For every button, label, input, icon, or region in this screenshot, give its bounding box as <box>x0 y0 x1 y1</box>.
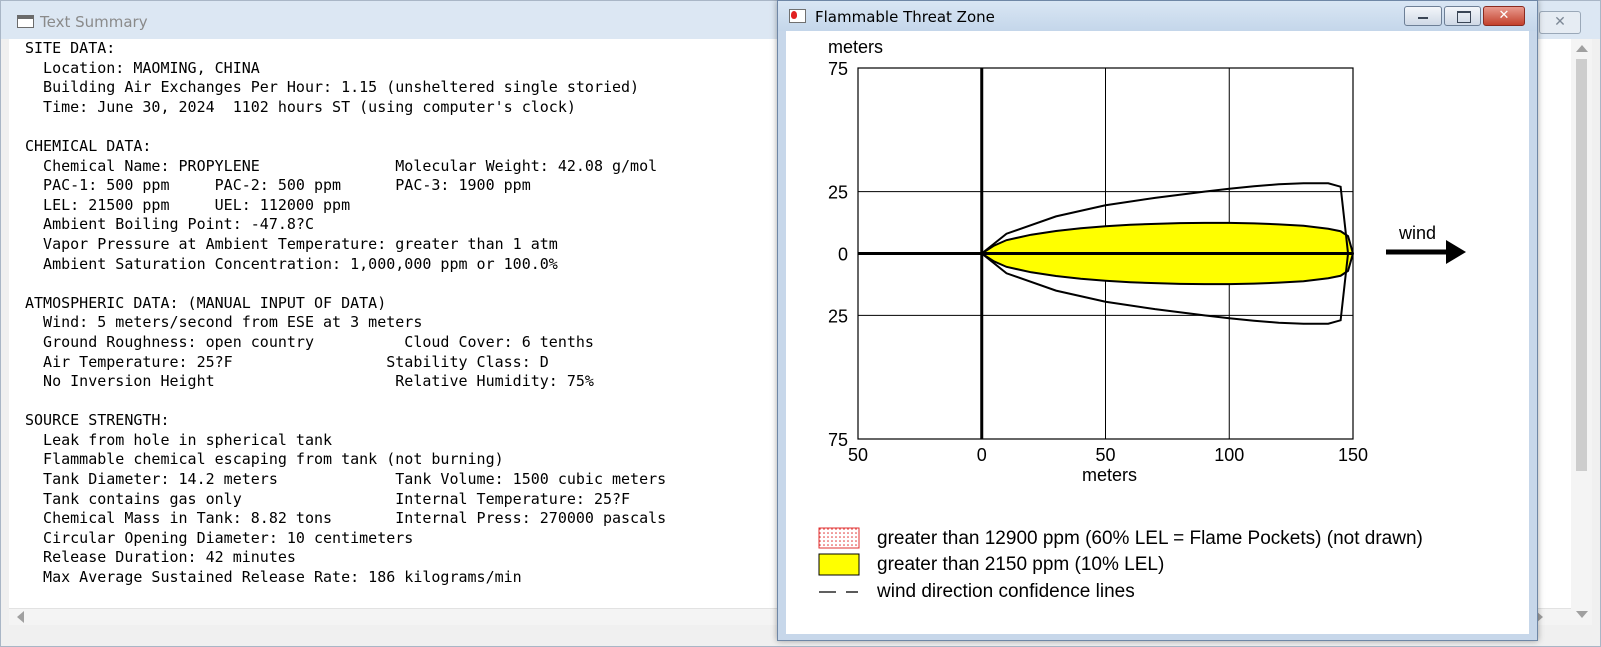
threat-zone-window: Flammable Threat Zone 50 0 50 100 150 75 25 0 25… <box>777 0 1538 641</box>
threat-zone-plot-area: 50 0 50 100 150 75 25 0 25 75 meters meters wind … <box>786 31 1529 634</box>
threat-zone-title: Flammable Threat Zone <box>815 8 995 26</box>
legend-label-confidence-lines: wind direction confidence lines <box>876 581 1135 602</box>
summary-line: PAC-1: 500 ppm PAC-2: 500 ppm PAC-3: 190… <box>25 176 531 195</box>
summary-line: Flammable chemical escaping from tank (n… <box>25 450 504 469</box>
y-axis-label: meters <box>828 37 883 57</box>
x-tick-label: 100 <box>1214 445 1244 465</box>
close-button[interactable] <box>1483 6 1525 26</box>
y-tick-label: 75 <box>828 59 848 79</box>
summary-line: No Inversion Height Relative Humidity: 7… <box>25 372 594 391</box>
summary-line <box>25 392 666 412</box>
threat-zone-titlebar[interactable]: Flammable Threat Zone <box>778 1 1537 31</box>
minimize-button[interactable] <box>1404 6 1442 26</box>
summary-line: Location: MAOMING, CHINA <box>25 58 260 77</box>
x-tick-label: 50 <box>848 445 868 465</box>
summary-line: Vapor Pressure at Ambient Temperature: g… <box>25 234 558 253</box>
legend-label-10-lel: greater than 2150 ppm (10% LEL) <box>877 554 1164 575</box>
threat-zone-app-icon <box>789 9 806 23</box>
y-tick-label: 25 <box>828 306 848 326</box>
summary-line: CHEMICAL DATA: <box>25 136 152 155</box>
summary-line: Chemical Mass in Tank: 8.82 tons Interna… <box>25 509 667 528</box>
x-tick-label: 0 <box>977 445 987 465</box>
summary-line: Ground Roughness: open country Cloud Cov… <box>25 332 594 351</box>
summary-line <box>25 274 666 294</box>
summary-line: SITE DATA: <box>25 39 116 57</box>
text-window-icon <box>17 15 34 28</box>
x-tick-label: 50 <box>1095 445 1115 465</box>
legend: greater than 12900 ppm (60% LEL = Flame … <box>818 527 1423 602</box>
wind-label: wind <box>1398 223 1436 243</box>
text-summary-title: Text Summary <box>40 13 148 31</box>
summary-line: Leak from hole in spherical tank <box>25 430 333 449</box>
y-tick-label: 0 <box>838 245 848 265</box>
wind-arrow-icon <box>1446 240 1466 264</box>
summary-line: Building Air Exchanges Per Hour: 1.15 (u… <box>25 78 640 97</box>
legend-swatch-flame-pockets <box>818 527 860 549</box>
summary-line: Chemical Name: PROPYLENE Molecular Weigh… <box>25 156 658 175</box>
threat-zone-chart: 50 0 50 100 150 75 25 0 25 75 meters meters wind … <box>818 37 1466 602</box>
scroll-left-arrow-icon[interactable] <box>17 611 24 623</box>
summary-line: Ambient Boiling Point: -47.8?C <box>25 215 314 234</box>
summary-line: Wind: 5 meters/second from ESE at 3 mete… <box>25 313 423 332</box>
legend-swatch-10-lel <box>818 553 860 576</box>
wind-indicator: wind <box>1386 223 1466 264</box>
legend-label-flame-pockets: greater than 12900 ppm (60% LEL = Flame … <box>877 528 1423 549</box>
summary-line: LEL: 21500 ppm UEL: 112000 ppm <box>25 195 351 214</box>
summary-line: Release Duration: 42 minutes <box>25 548 296 567</box>
maximize-button[interactable] <box>1444 6 1481 26</box>
summary-line: SOURCE STRENGTH: <box>25 411 170 430</box>
summary-line: Time: June 30, 2024 1102 hours ST (using… <box>25 97 576 116</box>
summary-line: Air Temperature: 25?F Stability Class: D <box>25 352 549 371</box>
scroll-down-arrow-icon[interactable] <box>1576 611 1588 618</box>
summary-line: Tank Diameter: 14.2 meters Tank Volume: … <box>25 470 667 489</box>
scroll-up-arrow-icon[interactable] <box>1576 45 1588 52</box>
vertical-scrollbar[interactable] <box>1571 39 1592 625</box>
y-tick-label: 25 <box>828 183 848 203</box>
summary-line: Circular Opening Diameter: 10 centimeter… <box>25 528 414 547</box>
vertical-scroll-thumb[interactable] <box>1576 59 1587 471</box>
summary-line: ATMOSPHERIC DATA: (MANUAL INPUT OF DATA) <box>25 293 387 312</box>
x-tick-label: 150 <box>1338 445 1368 465</box>
summary-line: Tank contains gas only Internal Temperat… <box>25 489 631 508</box>
y-tick-label: 75 <box>828 430 848 450</box>
text-summary-body: SITE DATA: Location: MAOMING, CHINA Buil… <box>25 39 666 588</box>
x-axis-label: meters <box>1082 465 1137 485</box>
summary-line <box>25 117 666 137</box>
summary-line: Ambient Saturation Concentration: 1,000,… <box>25 254 558 273</box>
summary-line: Max Average Sustained Release Rate: 186 … <box>25 568 522 587</box>
close-button[interactable]: ✕ <box>1539 11 1581 34</box>
